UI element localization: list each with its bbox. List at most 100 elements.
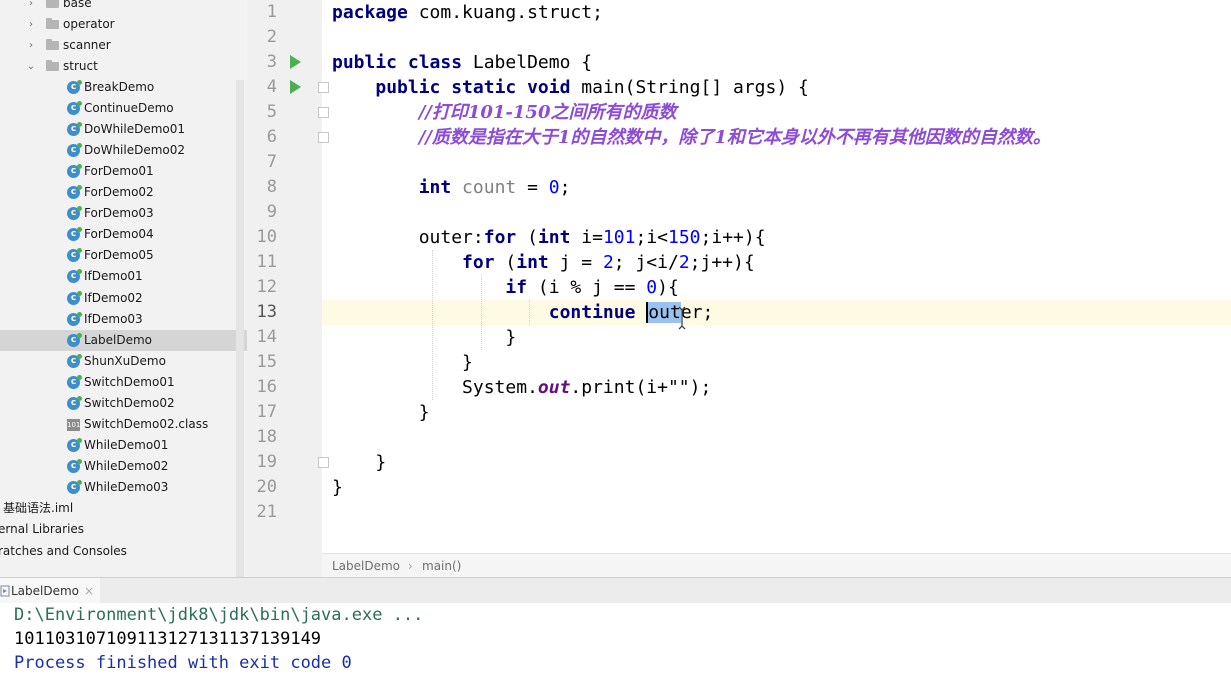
keyword: for xyxy=(483,227,517,248)
tree-item[interactable]: ⌄ struct xyxy=(0,56,236,77)
tree-item-label: IfDemo03 xyxy=(84,312,143,326)
tree-item[interactable]: c IfDemo02 xyxy=(0,288,236,309)
tree-item[interactable]: ratches and Consoles xyxy=(0,541,236,562)
tree-item[interactable]: c ForDemo01 xyxy=(0,161,236,182)
tree-item-label: base xyxy=(63,0,92,10)
line-number: 19 xyxy=(256,452,277,472)
code-line-5: //打印101-150之间所有的质数 xyxy=(332,100,677,125)
tree-item[interactable]: › scanner xyxy=(0,35,236,56)
tree-item[interactable]: c SwitchDemo02 xyxy=(0,393,236,414)
chevron-right-icon[interactable]: › xyxy=(26,35,36,56)
tree-item[interactable]: c WhileDemo01 xyxy=(0,435,236,456)
code-text: ;i++){ xyxy=(700,227,766,248)
tree-item[interactable]: c ForDemo05 xyxy=(0,245,236,266)
tree-item[interactable]: › base xyxy=(0,0,236,14)
number-literal: 0 xyxy=(548,177,560,198)
tree-item[interactable]: c ShunXuDemo xyxy=(0,351,236,372)
java-class-icon: c xyxy=(67,248,82,262)
code-line-15: } xyxy=(332,350,473,375)
tree-item[interactable]: c DoWhileDemo02 xyxy=(0,140,236,161)
keyword: public static void xyxy=(375,77,571,98)
tree-item-label: ernal Libraries xyxy=(0,522,85,536)
code-text: System. xyxy=(462,377,538,398)
run-console[interactable]: D:\Environment\jdk8\jdk\bin\java.exe ...… xyxy=(0,603,1231,684)
code-text: } xyxy=(418,402,430,423)
fold-marker-icon[interactable] xyxy=(318,457,329,468)
console-command-line: D:\Environment\jdk8\jdk\bin\java.exe ... xyxy=(14,605,424,625)
line-number: 13 xyxy=(256,302,277,322)
run-class-icon[interactable] xyxy=(290,55,301,69)
code-text: LabelDemo { xyxy=(462,52,593,73)
keyword: int xyxy=(418,177,452,198)
chevron-down-icon[interactable]: ⌄ xyxy=(26,56,36,77)
tree-item-label: struct xyxy=(63,59,98,73)
code-line-11: for (int j = 2; j<i/2;j++){ xyxy=(332,250,755,275)
code-line-19: } xyxy=(332,450,386,475)
fold-marker-icon[interactable] xyxy=(318,82,329,93)
code-line-12: if (i % j == 0){ xyxy=(332,275,678,300)
line-number: 10 xyxy=(256,227,277,247)
code-comment: //质数是指在大于1的自然数中，除了1和它本身以外不再有其他因数的自然数。 xyxy=(418,127,1051,148)
java-class-icon: c xyxy=(67,80,82,94)
line-number: 3 xyxy=(266,52,277,72)
tree-item-label: ForDemo03 xyxy=(84,206,154,220)
line-number: 11 xyxy=(256,252,277,272)
tab-label: LabelDemo xyxy=(11,584,80,598)
code-text: ;j++){ xyxy=(689,252,755,273)
run-main-icon[interactable] xyxy=(290,80,301,94)
close-tab-icon[interactable]: × xyxy=(84,578,94,604)
java-class-icon: c xyxy=(67,101,82,115)
fold-marker-icon[interactable] xyxy=(318,132,329,143)
package-folder-icon xyxy=(46,39,59,50)
tree-item-label: ShunXuDemo xyxy=(84,354,166,368)
tree-item[interactable]: c DoWhileDemo01 xyxy=(0,119,236,140)
code-text: } xyxy=(505,327,517,348)
tree-item[interactable]: c ForDemo03 xyxy=(0,203,236,224)
tree-item-label: ContinueDemo xyxy=(84,101,174,115)
tree-item[interactable]: c IfDemo01 xyxy=(0,266,236,287)
tree-item[interactable]: c LabelDemo xyxy=(0,330,247,351)
chevron-right-icon[interactable]: › xyxy=(26,14,36,35)
line-number: 7 xyxy=(266,152,277,172)
tree-item-label: WhileDemo01 xyxy=(84,438,169,452)
tab-run-labeldemo[interactable]: LabelDemo × xyxy=(0,578,100,604)
tree-item[interactable]: c WhileDemo03 xyxy=(0,477,236,498)
code-text: com.kuang.struct; xyxy=(407,2,603,23)
line-number: 1 xyxy=(266,2,277,22)
tree-item[interactable]: 101 SwitchDemo02.class xyxy=(0,414,236,435)
fold-marker-icon[interactable] xyxy=(318,107,329,118)
line-number: 8 xyxy=(266,177,277,197)
line-number: 2 xyxy=(266,27,277,47)
tree-item[interactable]: c IfDemo03 xyxy=(0,309,236,330)
tree-item[interactable]: c ForDemo04 xyxy=(0,224,236,245)
tree-item-label: IfDemo01 xyxy=(84,269,143,283)
tree-item[interactable]: c SwitchDemo01 xyxy=(0,372,236,393)
sidebar-scrollbar[interactable] xyxy=(236,80,244,577)
tree-item[interactable]: c ContinueDemo xyxy=(0,98,236,119)
java-class-icon: c xyxy=(67,206,82,220)
tree-item-label: SwitchDemo02.class xyxy=(84,417,209,431)
code-text: } xyxy=(332,477,343,498)
tree-item-label: operator xyxy=(63,17,115,31)
line-number: 9 xyxy=(266,202,277,222)
number-literal: 2 xyxy=(678,252,690,273)
java-class-icon: c xyxy=(67,164,82,178)
tree-item[interactable]: c BreakDemo xyxy=(0,77,236,98)
run-tool-window-header: LabelDemo × xyxy=(0,577,1231,605)
java-class-icon: c xyxy=(67,480,82,494)
java-class-icon: c xyxy=(67,185,82,199)
text-selection[interactable]: out xyxy=(646,302,681,323)
code-line-4: public static void main(String[] args) { xyxy=(332,75,809,100)
breadcrumb-class[interactable]: LabelDemo xyxy=(332,554,400,578)
tree-item[interactable]: › operator xyxy=(0,14,236,35)
tree-item[interactable]: 基础语法.iml xyxy=(0,498,236,519)
tree-item[interactable]: ernal Libraries xyxy=(0,519,236,540)
chevron-right-icon[interactable]: › xyxy=(26,0,36,14)
line-number: 18 xyxy=(256,427,277,447)
tree-item-label: SwitchDemo01 xyxy=(84,375,175,389)
tree-item[interactable]: c ForDemo02 xyxy=(0,182,236,203)
tree-item[interactable]: c WhileDemo02 xyxy=(0,456,236,477)
breadcrumb-method[interactable]: main() xyxy=(422,554,461,578)
java-class-icon: c xyxy=(67,269,82,283)
